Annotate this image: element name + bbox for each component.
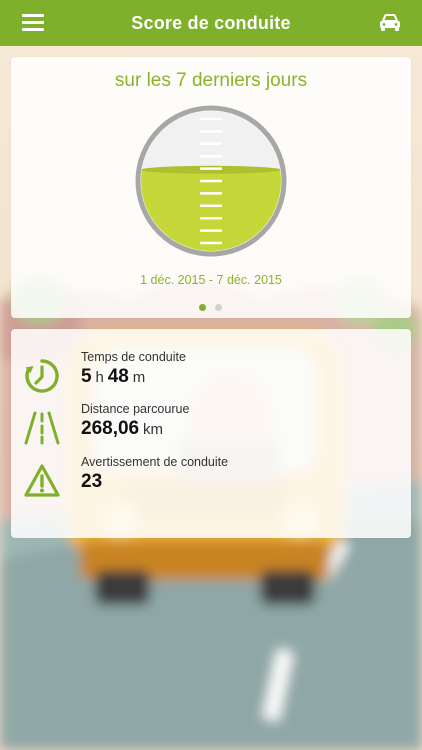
distance-row: Distance parcourue 268,06 km — [11, 402, 411, 452]
app-screen: Score de conduite sur les 7 derniers jou… — [0, 0, 422, 750]
weekly-score-card[interactable]: sur les 7 derniers jours 1 déc. 2015 - 7… — [11, 57, 411, 318]
driving-time-minutes: 48 — [107, 366, 129, 387]
date-range: 1 déc. 2015 - 7 déc. 2015 — [140, 273, 282, 287]
period-title: sur les 7 derniers jours — [114, 70, 308, 91]
car-icon[interactable] — [378, 12, 402, 34]
driving-time-hours: 5 — [81, 366, 92, 387]
app-header: Score de conduite — [0, 0, 422, 46]
warnings-label: Avertissement de conduite — [81, 455, 229, 469]
warnings-value: 23 — [81, 471, 102, 493]
score-gauge — [135, 105, 287, 257]
warnings-row: Avertissement de conduite 23 — [11, 455, 411, 505]
minutes-unit: m — [132, 369, 146, 386]
stats-card: Temps de conduite 5 h 48 m Distance parc… — [11, 329, 411, 538]
page-indicator — [199, 304, 223, 312]
distance-label: Distance parcourue — [81, 402, 190, 416]
distance-unit: km — [143, 421, 164, 438]
clock-icon — [25, 359, 59, 393]
page-dot-2[interactable] — [215, 304, 222, 311]
hours-unit: h — [95, 369, 104, 386]
menu-icon[interactable] — [22, 12, 46, 32]
distance-number: 268,06 — [81, 418, 140, 439]
distance-value: 268,06 km — [81, 418, 163, 440]
warnings-count: 23 — [81, 471, 103, 492]
page-dot-1[interactable] — [199, 304, 206, 311]
road-icon — [24, 411, 60, 445]
driving-time-value: 5 h 48 m — [81, 366, 145, 388]
driving-time-row: Temps de conduite 5 h 48 m — [11, 350, 411, 400]
driving-time-label: Temps de conduite — [81, 350, 186, 364]
warning-icon — [24, 464, 60, 497]
page-title: Score de conduite — [131, 12, 291, 33]
